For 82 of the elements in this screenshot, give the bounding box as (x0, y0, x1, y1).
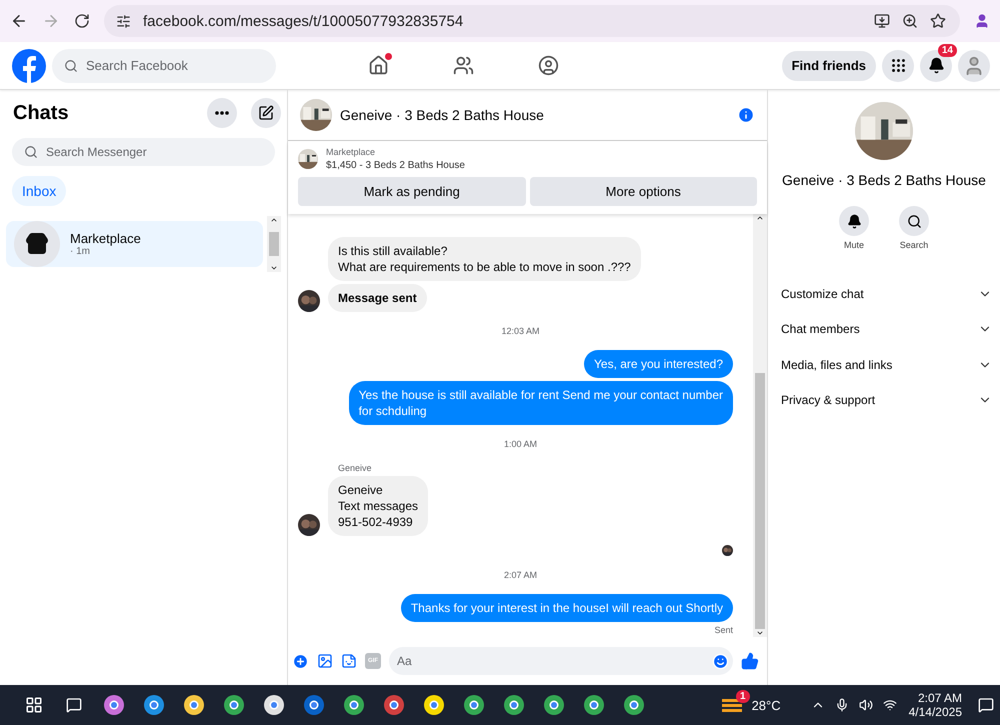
compose-icon (258, 105, 274, 121)
mic-icon[interactable] (834, 698, 849, 712)
bell-icon (928, 57, 944, 74)
groups-icon[interactable] (538, 55, 560, 76)
details-title: Geneive · 3 Beds 2 Baths House (782, 172, 986, 188)
notification-dot (385, 53, 392, 60)
mute-button[interactable] (839, 206, 869, 236)
listing-source: Marketplace (326, 147, 376, 157)
address-bar[interactable]: facebook.com/messages/t/10005077932835754 (104, 5, 960, 37)
store-icon (14, 221, 60, 267)
timestamp: 2:07 AM (502, 570, 538, 580)
more-button[interactable] (207, 98, 237, 128)
search-field[interactable]: Search Messenger (12, 138, 275, 166)
info-icon[interactable] (737, 106, 755, 124)
message-bubble: Yes the house is still available for rent Send me your contact number for schduling (348, 381, 733, 425)
listing-action-button[interactable]: Mark as pending (298, 177, 526, 206)
search-icon (64, 58, 78, 72)
timestamp: 12:03 AM (500, 326, 541, 336)
scroll-up-icon[interactable] (270, 216, 278, 224)
site-settings-icon[interactable] (116, 14, 131, 28)
account-button[interactable] (958, 50, 990, 82)
message-bubble: Yes, are you interested? (584, 350, 733, 378)
notification-badge: 14 (938, 44, 957, 56)
zoom-icon[interactable] (902, 13, 918, 29)
action-label: Mute (844, 240, 864, 250)
scrollbar[interactable] (753, 214, 767, 637)
listing-action-button[interactable]: More options (530, 177, 757, 206)
search-icon (906, 214, 922, 228)
back-icon[interactable] (10, 12, 28, 30)
sticker-icon[interactable] (341, 653, 357, 669)
message-field[interactable]: Aa (389, 647, 733, 675)
search-icon (24, 145, 38, 159)
scroll-down-icon[interactable] (270, 264, 278, 272)
message-bubble: Thanks for your interest in the houseI will reach out Shortly (400, 594, 733, 622)
emoji-icon[interactable] (712, 652, 729, 670)
find-friends-button[interactable]: Find friends (782, 50, 876, 80)
chat-time: · 1m (70, 246, 91, 257)
weather-badge: 1 (736, 690, 750, 703)
message-bubble: Message sent (328, 284, 427, 312)
message-bubble: Is this still available? What are requirements to be able to move in soon .??? (328, 237, 641, 281)
details-section[interactable]: Customize chat (768, 276, 1000, 312)
chat-item[interactable]: Marketplace · 1m (6, 221, 263, 267)
details-section[interactable]: Chat members (768, 312, 1000, 347)
chats-title: Chats (13, 102, 70, 124)
scroll-down-icon[interactable] (756, 629, 764, 637)
message-bubble: Geneive Text messages 951-502-4939 (328, 476, 428, 536)
bell-icon (846, 214, 862, 228)
profile-icon[interactable] (974, 13, 990, 29)
reload-icon[interactable] (74, 13, 90, 29)
details-section[interactable]: Media, files and links (768, 347, 1000, 382)
grid-icon (890, 57, 906, 74)
temperature: 28°C (752, 698, 781, 712)
scroll-up-icon[interactable] (756, 214, 764, 222)
message-status: Sent (714, 625, 733, 635)
search-button[interactable] (899, 206, 929, 236)
search-field[interactable]: Search Facebook (52, 48, 276, 82)
image-icon[interactable] (317, 653, 333, 669)
home-icon[interactable] (368, 55, 390, 76)
clock-date: 4/14/2025 (908, 705, 962, 719)
menu-button[interactable] (882, 50, 914, 82)
scrollbar[interactable] (267, 216, 281, 272)
install-icon[interactable] (874, 13, 890, 29)
new-message-button[interactable] (251, 98, 281, 128)
listing-title: $1,450 - 3 Beds 2 Baths House (326, 160, 465, 171)
network-icon[interactable] (882, 698, 897, 712)
url-text: facebook.com/messages/t/10005077932835754 (143, 12, 464, 30)
clock-time: 2:07 AM (918, 691, 962, 705)
volume-icon[interactable] (858, 698, 873, 712)
star-icon[interactable] (930, 13, 946, 29)
friends-icon[interactable] (453, 55, 474, 76)
chat-name: Marketplace (70, 231, 141, 246)
like-icon[interactable] (741, 652, 759, 670)
action-label: Search (900, 240, 928, 250)
conversation-title: Geneive · 3 Beds 2 Baths House (340, 107, 545, 123)
logo-icon[interactable] (12, 48, 46, 82)
add-icon[interactable] (292, 652, 309, 670)
notification-center-icon[interactable] (978, 697, 994, 713)
filter-tab[interactable]: Inbox (12, 176, 66, 206)
more-icon (215, 111, 229, 115)
details-section[interactable]: Privacy & support (768, 382, 1000, 418)
timestamp: 1:00 AM (502, 439, 538, 449)
sender-name: Geneive (338, 463, 373, 473)
